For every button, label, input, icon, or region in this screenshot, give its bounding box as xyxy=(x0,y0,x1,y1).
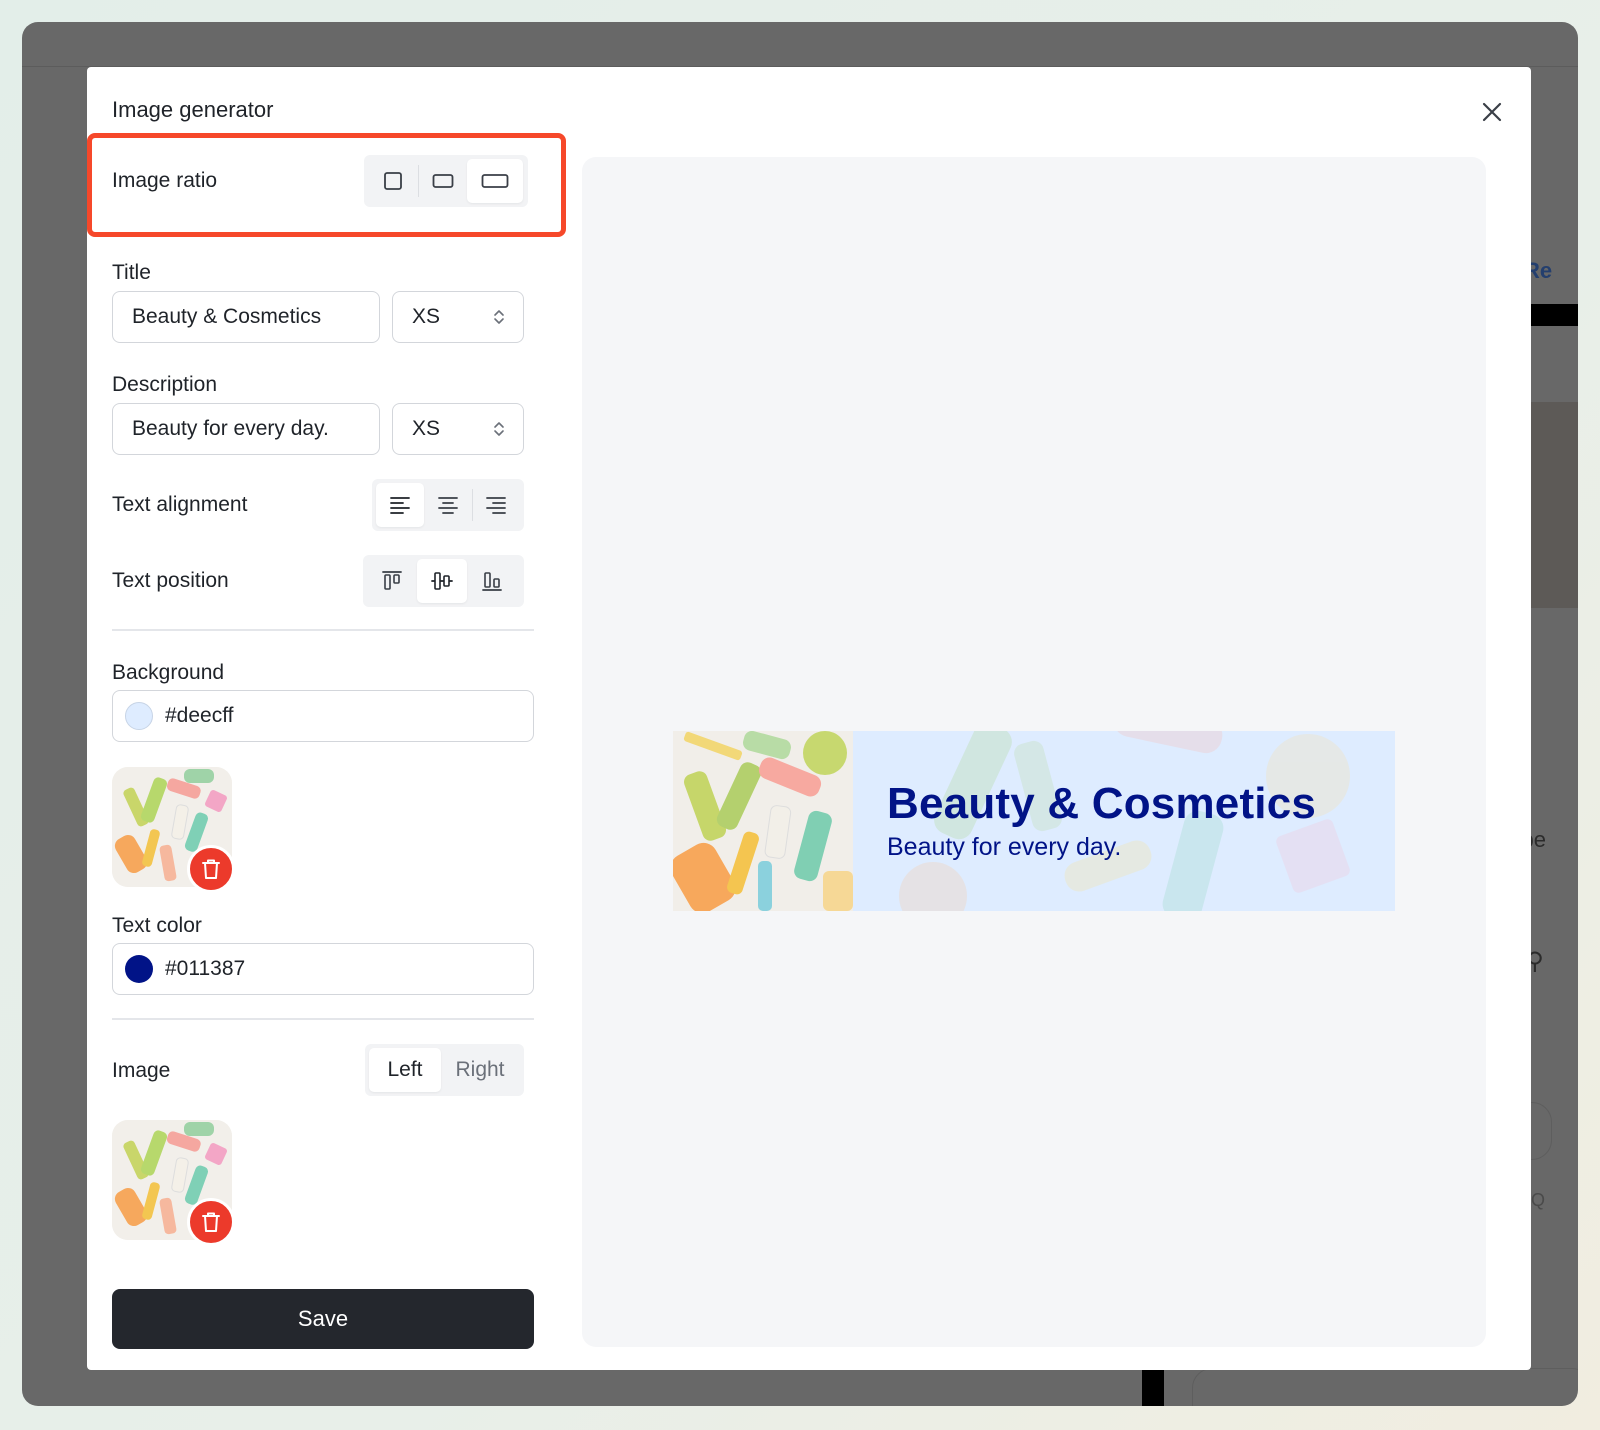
image-left-button[interactable]: Left xyxy=(369,1048,441,1092)
align-top-icon xyxy=(382,571,402,590)
image-side-selector: Left Right xyxy=(365,1044,524,1096)
banner-description: Beauty for every day. xyxy=(887,833,1122,861)
save-button[interactable]: Save xyxy=(112,1289,534,1349)
trash-icon xyxy=(202,1212,220,1232)
section-divider xyxy=(112,1018,534,1020)
title-size-select[interactable]: XS xyxy=(392,291,524,343)
image-ratio-label: Image ratio xyxy=(112,169,218,192)
text-alignment-selector xyxy=(372,479,524,531)
text-color-label: Text color xyxy=(112,914,202,937)
remove-background-image-button[interactable] xyxy=(187,845,235,893)
text-position-label: Text position xyxy=(112,569,229,592)
square-ratio-icon xyxy=(384,172,402,190)
description-size-value: XS xyxy=(412,417,441,440)
image-label: Image xyxy=(112,1059,171,1082)
title-label: Title xyxy=(112,261,151,284)
align-right-button[interactable] xyxy=(473,483,519,527)
description-label: Description xyxy=(112,373,218,396)
align-left-icon xyxy=(390,497,410,514)
title-input[interactable]: Beauty & Cosmetics xyxy=(112,291,380,343)
position-top-button[interactable] xyxy=(367,559,417,603)
ratio-landscape-button[interactable] xyxy=(419,159,467,203)
position-bottom-button[interactable] xyxy=(467,559,517,603)
align-left-button[interactable] xyxy=(376,483,424,527)
remove-side-image-button[interactable] xyxy=(187,1198,235,1246)
chevron-up-down-icon xyxy=(494,422,504,436)
chevron-up-down-icon xyxy=(494,310,504,324)
text-position-selector xyxy=(363,555,524,607)
align-bottom-icon xyxy=(482,572,502,591)
image-ratio-selector xyxy=(364,155,528,207)
background-color-value: #deecff xyxy=(165,704,234,727)
background-label: Background xyxy=(112,661,225,684)
align-center-icon xyxy=(438,497,458,514)
description-size-select[interactable]: XS xyxy=(392,403,524,455)
close-icon xyxy=(1482,102,1502,122)
image-right-button[interactable]: Right xyxy=(441,1048,519,1092)
wide-ratio-icon xyxy=(481,174,509,188)
description-input[interactable]: Beauty for every day. xyxy=(112,403,380,455)
background-color-swatch[interactable] xyxy=(125,702,153,730)
text-alignment-label: Text alignment xyxy=(112,493,248,516)
description-input-value: Beauty for every day. xyxy=(132,417,329,440)
align-right-icon xyxy=(486,497,506,514)
modal-title: Image generator xyxy=(112,97,274,122)
preview-panel: Beauty & Cosmetics Beauty for every day. xyxy=(582,157,1486,1347)
banner-title: Beauty & Cosmetics xyxy=(887,779,1317,828)
section-divider xyxy=(112,629,534,631)
landscape-ratio-icon xyxy=(432,174,454,188)
text-color-input[interactable]: #011387 xyxy=(112,943,534,995)
align-middle-icon xyxy=(431,572,453,590)
title-size-value: XS xyxy=(412,305,441,328)
text-color-value: #011387 xyxy=(165,957,246,980)
image-generator-modal: Image generator Image ratio Title Beauty… xyxy=(87,67,1531,1370)
background-color-input[interactable]: #deecff xyxy=(112,690,534,742)
trash-icon xyxy=(202,859,220,879)
text-color-swatch[interactable] xyxy=(125,955,153,983)
banner-side-photo xyxy=(673,731,853,911)
title-input-value: Beauty & Cosmetics xyxy=(132,305,322,328)
position-middle-button[interactable] xyxy=(417,559,467,603)
ratio-wide-button[interactable] xyxy=(467,159,523,203)
ratio-square-button[interactable] xyxy=(368,159,418,203)
close-button[interactable] xyxy=(1475,95,1509,129)
background-card xyxy=(1192,1368,1578,1406)
banner-preview: Beauty & Cosmetics Beauty for every day. xyxy=(673,731,1395,911)
align-center-button[interactable] xyxy=(424,483,472,527)
